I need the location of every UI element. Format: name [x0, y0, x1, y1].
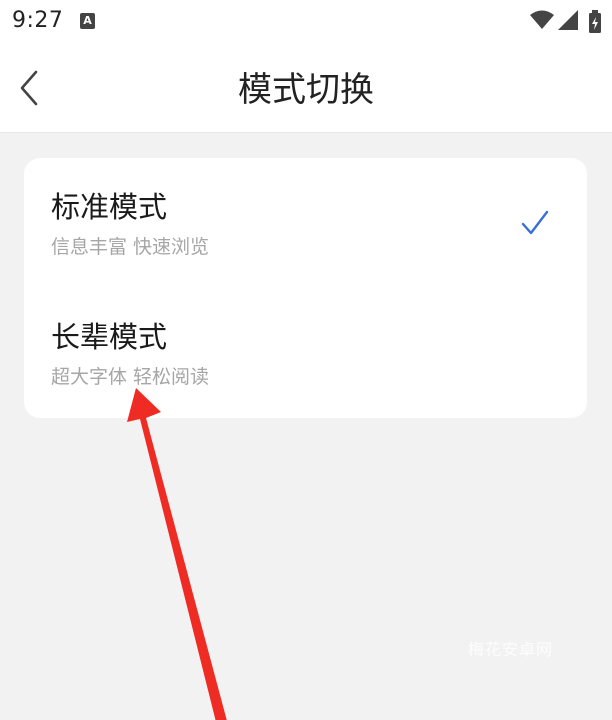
a-letter-icon: A: [80, 13, 95, 29]
status-time: 9:27: [12, 8, 64, 33]
option-subtitle: 信息丰富 快速浏览: [51, 236, 210, 258]
standard-mode-option[interactable]: 标准模式 信息丰富 快速浏览: [24, 158, 587, 288]
option-title: 长辈模式: [51, 320, 168, 354]
mode-options-card: 标准模式 信息丰富 快速浏览 长辈模式 超大字体 轻松阅读: [24, 158, 587, 418]
page-title: 模式切换: [238, 70, 374, 110]
elder-mode-option[interactable]: 长辈模式 超大字体 轻松阅读: [24, 288, 587, 418]
mode-switch-screen: 9:27 A 模式切换 标准模式 信息丰富 快速浏览 长辈模式 超大字体 轻松阅…: [0, 0, 612, 720]
battery-icon: [589, 10, 601, 33]
wifi-icon: [530, 10, 554, 29]
status-bar: 9:27 A: [0, 0, 612, 44]
option-title: 标准模式: [51, 190, 168, 224]
checkmark-icon: [521, 210, 549, 235]
watermark: 梅花安卓网: [468, 640, 554, 659]
signal-icon: [558, 10, 578, 30]
nav-header: 模式切换: [0, 44, 612, 133]
option-subtitle: 超大字体 轻松阅读: [51, 366, 210, 388]
